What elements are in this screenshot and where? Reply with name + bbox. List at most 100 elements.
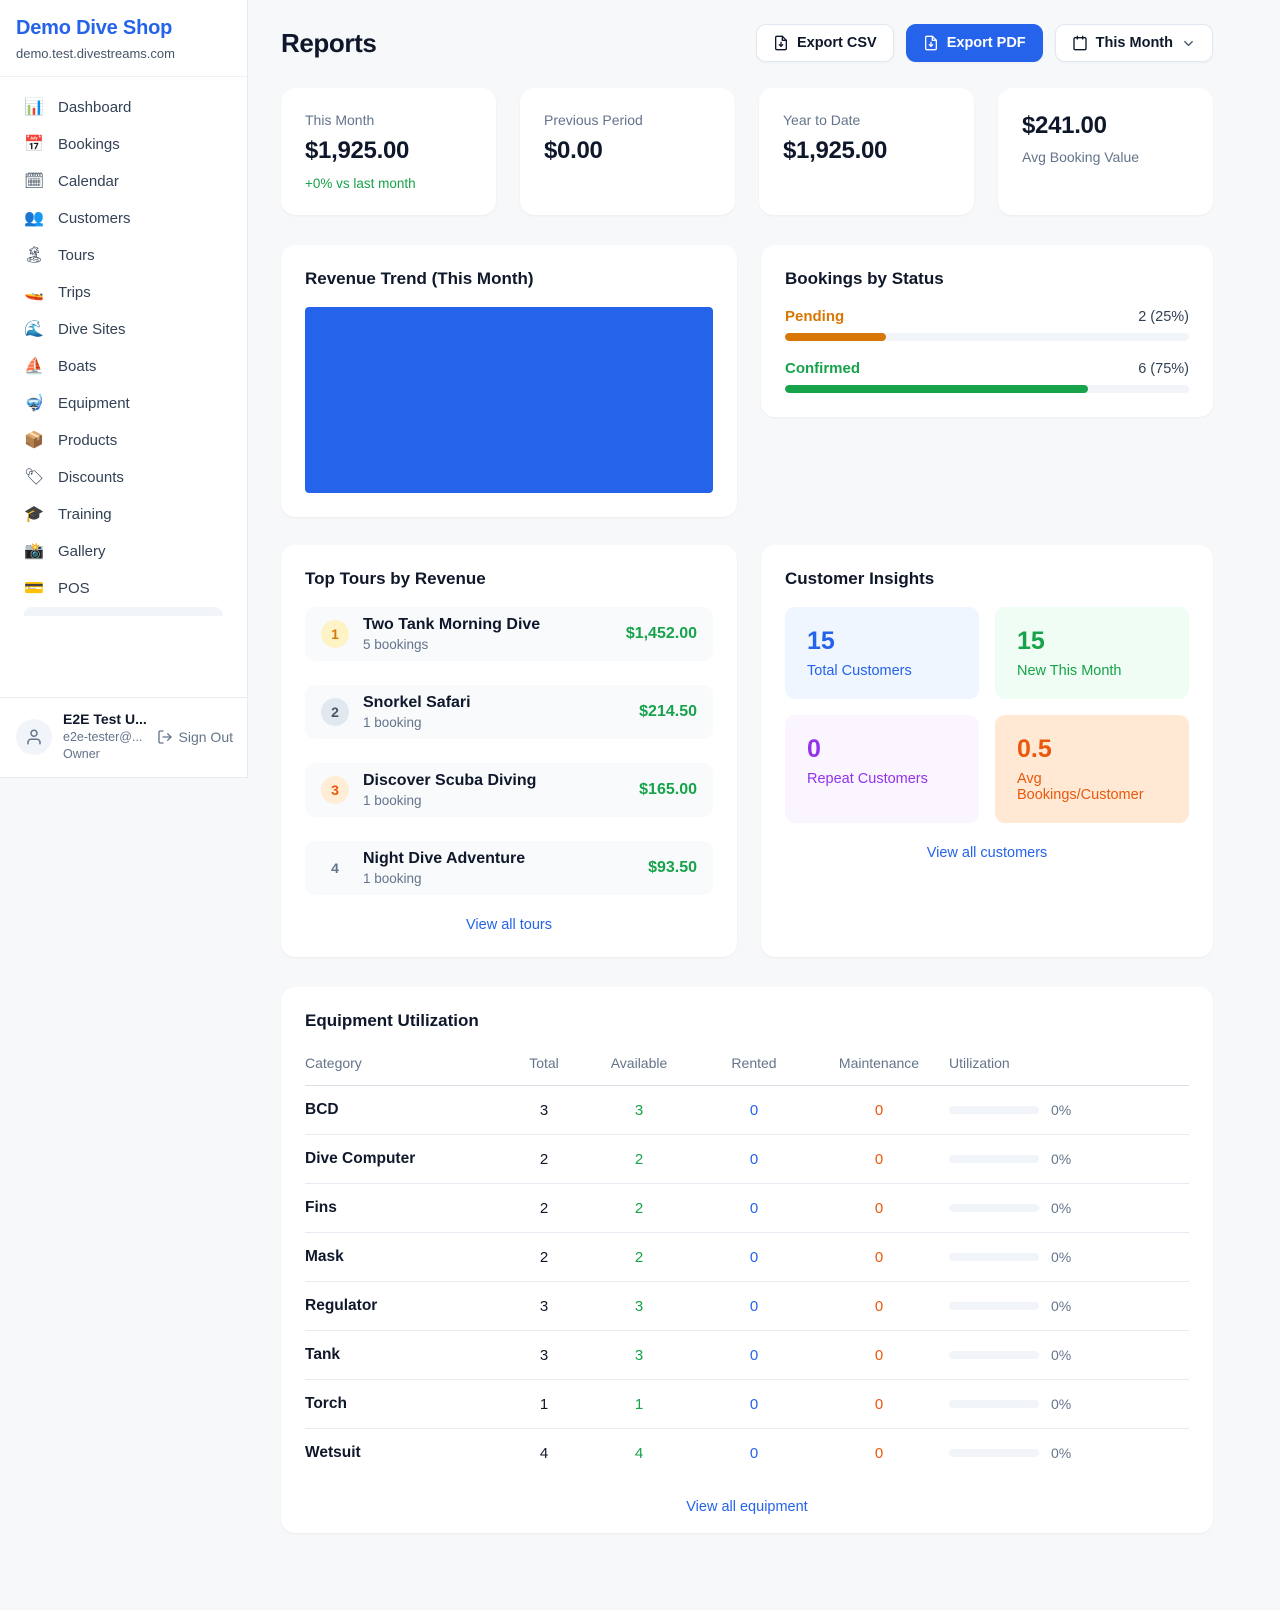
- calendar-icon: [1072, 35, 1088, 51]
- sidebar-item-label: Equipment: [58, 395, 130, 412]
- list-item: 4 Night Dive Adventure 1 booking $93.50: [305, 841, 713, 895]
- sidebar-item-tours[interactable]: 🏝 Tours: [12, 237, 235, 274]
- cell-utilization: 0%: [949, 1200, 1189, 1216]
- sidebar-item-label: Boats: [58, 358, 96, 375]
- sidebar-item-bookings[interactable]: 📅 Bookings: [12, 126, 235, 163]
- cell-rented: 0: [699, 1102, 809, 1119]
- revenue-trend-card: Revenue Trend (This Month): [281, 245, 737, 517]
- sidebar-item-trips[interactable]: 🚤 Trips: [12, 274, 235, 311]
- cell-category: Torch: [305, 1395, 509, 1413]
- sidebar-item-label: Training: [58, 506, 112, 523]
- sidebar-header: Demo Dive Shop demo.test.divestreams.com: [0, 0, 247, 77]
- status-bar-track: [785, 333, 1189, 341]
- bookings-by-status-card: Bookings by Status Pending 2 (25%) Confi…: [761, 245, 1213, 417]
- tile-value: 0: [807, 735, 957, 764]
- sidebar-item-dive-sites[interactable]: 🌊 Dive Sites: [12, 311, 235, 348]
- tour-list: 1 Two Tank Morning Dive 5 bookings $1,45…: [305, 607, 713, 895]
- stat-card-previous-period: Previous Period $0.00: [520, 88, 735, 215]
- sidebar-item-label: Dashboard: [58, 99, 131, 116]
- table-row: Torch 1 1 0 0 0%: [305, 1380, 1189, 1429]
- table-row: Fins 2 2 0 0 0%: [305, 1184, 1189, 1233]
- sidebar-item-label: Tours: [58, 247, 95, 264]
- sidebar-item-products[interactable]: 📦 Products: [12, 422, 235, 459]
- cell-category: Mask: [305, 1248, 509, 1266]
- sidebar-item-equipment[interactable]: 🤿 Equipment: [12, 385, 235, 422]
- table-header: Category Total Available Rented Maintena…: [305, 1045, 1189, 1086]
- column-header: Available: [579, 1055, 699, 1071]
- stat-label: Previous Period: [544, 112, 711, 128]
- tour-bookings: 1 booking: [363, 715, 471, 730]
- cell-utilization: 0%: [949, 1347, 1189, 1363]
- cell-total: 2: [509, 1151, 579, 1168]
- cell-category: Wetsuit: [305, 1444, 509, 1462]
- sign-out-button[interactable]: Sign Out: [157, 729, 233, 745]
- sidebar-item-label: Discounts: [58, 469, 124, 486]
- sidebar-item-pos[interactable]: 💳 POS: [12, 570, 235, 607]
- status-count: 6 (75%): [1138, 361, 1189, 377]
- stat-value: $241.00: [1022, 112, 1189, 140]
- revenue-trend-title: Revenue Trend (This Month): [305, 269, 713, 289]
- cell-rented: 0: [699, 1200, 809, 1217]
- cell-utilization: 0%: [949, 1249, 1189, 1265]
- tour-bookings: 1 booking: [363, 793, 536, 808]
- cell-maintenance: 0: [809, 1249, 949, 1266]
- revenue-trend-chart: [305, 307, 713, 493]
- cell-total: 3: [509, 1347, 579, 1364]
- sidebar-item-gallery[interactable]: 📸 Gallery: [12, 533, 235, 570]
- cell-category: BCD: [305, 1101, 509, 1119]
- trips-icon: 🚤: [24, 285, 44, 301]
- tour-name: Discover Scuba Diving: [363, 772, 536, 790]
- cell-available: 1: [579, 1396, 699, 1413]
- row-revenue-status: Revenue Trend (This Month) Bookings by S…: [281, 245, 1213, 517]
- status-count: 2 (25%): [1138, 309, 1189, 325]
- page-title: Reports: [281, 28, 376, 59]
- cell-utilization: 0%: [949, 1102, 1189, 1118]
- cell-total: 4: [509, 1445, 579, 1462]
- sidebar-item-label: POS: [58, 580, 90, 597]
- sidebar-item-label: Trips: [58, 284, 91, 301]
- view-all-tours-link[interactable]: View all tours: [305, 917, 713, 933]
- chevron-down-icon: [1181, 36, 1196, 51]
- stat-card-year-to-date: Year to Date $1,925.00: [759, 88, 974, 215]
- file-download-icon: [923, 35, 939, 51]
- export-csv-label: Export CSV: [797, 35, 877, 51]
- discounts-icon: 🏷: [24, 470, 44, 486]
- equipment-table: Category Total Available Rented Maintena…: [305, 1045, 1189, 1477]
- tours-icon: 🏝: [24, 248, 44, 264]
- insight-tiles: 15 Total Customers 15 New This Month 0 R…: [785, 607, 1189, 823]
- period-dropdown[interactable]: This Month: [1055, 24, 1213, 62]
- sidebar-item-label: Products: [58, 432, 117, 449]
- view-all-customers-link[interactable]: View all customers: [785, 845, 1189, 861]
- sidebar-item-calendar[interactable]: 🗓 Calendar: [12, 163, 235, 200]
- stat-value: $0.00: [544, 137, 711, 165]
- sidebar-item-dashboard[interactable]: 📊 Dashboard: [12, 89, 235, 126]
- sidebar-item-customers[interactable]: 👥 Customers: [12, 200, 235, 237]
- tour-bookings: 1 booking: [363, 871, 525, 886]
- export-csv-button[interactable]: Export CSV: [756, 24, 894, 62]
- cell-category: Tank: [305, 1346, 509, 1364]
- cell-rented: 0: [699, 1396, 809, 1413]
- boats-icon: ⛵: [24, 359, 44, 375]
- export-pdf-label: Export PDF: [947, 35, 1026, 51]
- period-label: This Month: [1096, 35, 1173, 51]
- view-all-equipment-link[interactable]: View all equipment: [305, 1499, 1189, 1515]
- export-pdf-button[interactable]: Export PDF: [906, 24, 1043, 62]
- sidebar-item-discounts[interactable]: 🏷 Discounts: [12, 459, 235, 496]
- rank-badge: 2: [321, 698, 349, 726]
- sidebar-item-training[interactable]: 🎓 Training: [12, 496, 235, 533]
- cell-utilization: 0%: [949, 1151, 1189, 1167]
- cell-rented: 0: [699, 1249, 809, 1266]
- sidebar-item-boats[interactable]: ⛵ Boats: [12, 348, 235, 385]
- list-item: 3 Discover Scuba Diving 1 booking $165.0…: [305, 763, 713, 817]
- column-header: Category: [305, 1055, 509, 1071]
- equipment-utilization-card: Equipment Utilization Category Total Ava…: [281, 987, 1213, 1533]
- cell-total: 3: [509, 1102, 579, 1119]
- user-email: e2e-tester@...: [63, 729, 146, 746]
- cell-available: 4: [579, 1445, 699, 1462]
- cell-total: 3: [509, 1298, 579, 1315]
- customer-insights-card: Customer Insights 15 Total Customers 15 …: [761, 545, 1213, 957]
- cell-rented: 0: [699, 1151, 809, 1168]
- top-tours-card: Top Tours by Revenue 1 Two Tank Morning …: [281, 545, 737, 957]
- sidebar-item-label: Dive Sites: [58, 321, 126, 338]
- cell-rented: 0: [699, 1298, 809, 1315]
